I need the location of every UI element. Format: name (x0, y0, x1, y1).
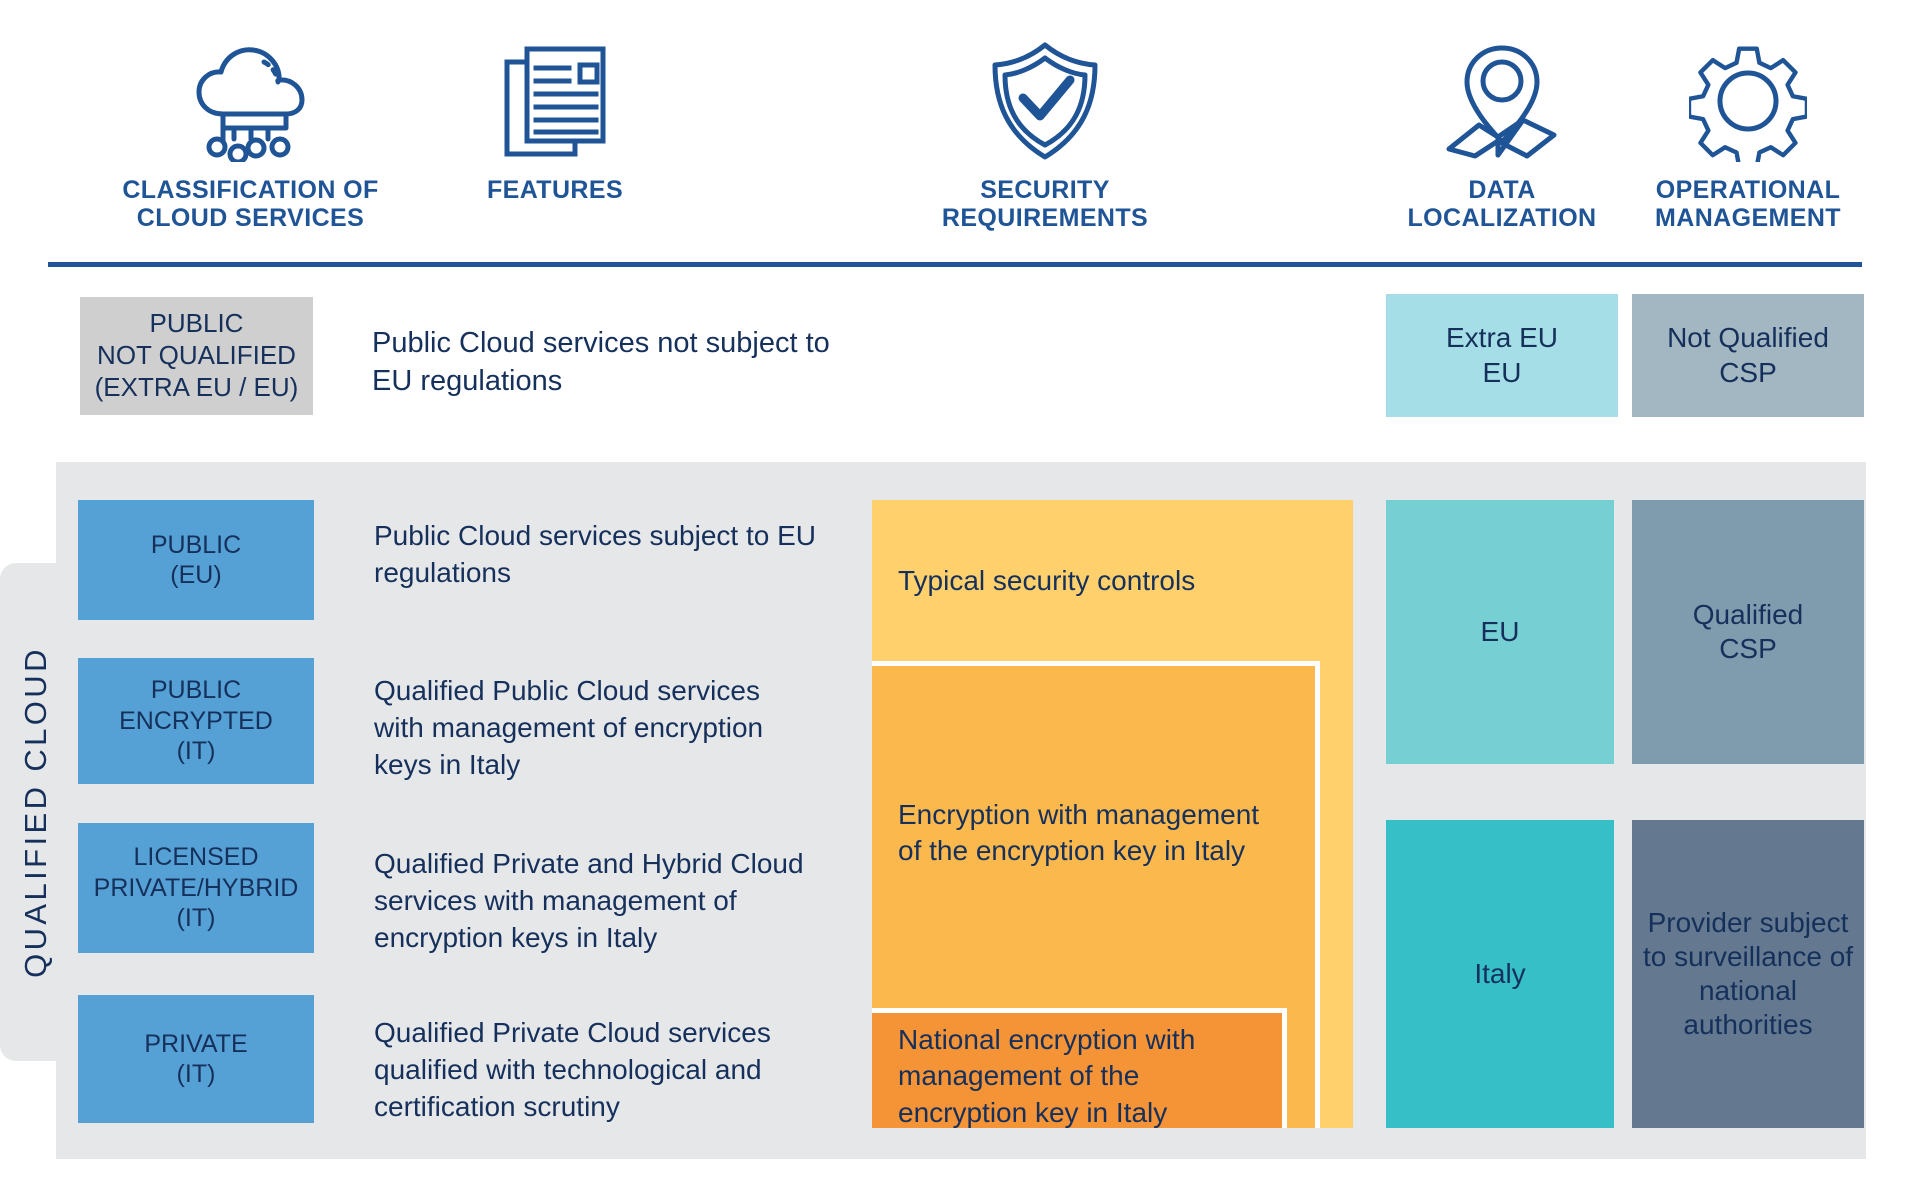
features-text-public-eu: Public Cloud services subject to EU regu… (374, 520, 816, 588)
shield-check-icon (860, 32, 1230, 162)
features-text-public-encrypted-it: Qualified Public Cloud services with man… (374, 675, 764, 780)
gear-icon (1632, 32, 1864, 162)
diagram-canvas: CLASSIFICATION OF CLOUD SERVICES FEATURE… (0, 0, 1909, 1200)
classification-tag-public-encrypted-it: PUBLIC ENCRYPTED (IT) (78, 658, 314, 784)
header-column-features: FEATURES (440, 32, 670, 204)
classification-tag-public-not-qualified: PUBLIC NOT QUALIFIED (EXTRA EU / EU) (80, 297, 313, 415)
header-label-classification: CLASSIFICATION OF CLOUD SERVICES (122, 176, 379, 232)
security-label-encryption-italy: Encryption with management of the encryp… (898, 799, 1260, 867)
header-label-features: FEATURES (486, 176, 624, 204)
header-column-security: SECURITY REQUIREMENTS (860, 32, 1230, 232)
data-localization-extra-eu: Extra EU EU (1386, 294, 1618, 417)
qualified-cloud-side-tab: QUALIFIED CLOUD (0, 563, 72, 1061)
classification-tag-licensed-private-hybrid-it: LICENSED PRIVATE/HYBRID (IT) (78, 823, 314, 953)
security-label-typical-controls: Typical security controls (898, 565, 1196, 596)
header-label-operational-management: OPERATIONAL MANAGEMENT (1655, 176, 1841, 232)
cloud-network-icon (48, 32, 453, 162)
header-column-classification: CLASSIFICATION OF CLOUD SERVICES (48, 32, 453, 232)
documents-icon (440, 32, 670, 162)
operational-management-provider-surveillance: Provider subject to surveillance of nati… (1632, 820, 1864, 1128)
classification-tag-public-eu: PUBLIC (EU) (78, 500, 314, 620)
features-text-licensed-private-hybrid-it: Qualified Private and Hybrid Cloud servi… (374, 848, 804, 953)
data-localization-eu: EU (1386, 500, 1614, 764)
header-label-security: SECURITY REQUIREMENTS (941, 176, 1149, 232)
qualified-cloud-side-label: QUALIFIED CLOUD (18, 646, 53, 978)
features-text-private-it: Qualified Private Cloud services qualifi… (374, 1017, 771, 1122)
operational-management-qualified-csp: Qualified CSP (1632, 500, 1864, 764)
data-localization-italy: Italy (1386, 820, 1614, 1128)
header-label-data-localization: DATA LOCALIZATION (1407, 176, 1597, 232)
classification-tag-private-it: PRIVATE (IT) (78, 995, 314, 1123)
header-column-operational-management: OPERATIONAL MANAGEMENT (1632, 32, 1864, 232)
security-label-national-encryption: National encryption with management of t… (898, 1024, 1196, 1128)
header-column-data-localization: DATA LOCALIZATION (1386, 32, 1618, 232)
operational-management-not-qualified-csp: Not Qualified CSP (1632, 294, 1864, 417)
map-pin-icon (1386, 32, 1618, 162)
header-divider (48, 262, 1862, 267)
features-text-public-not-qualified: Public Cloud services not subject to EU … (372, 327, 830, 397)
